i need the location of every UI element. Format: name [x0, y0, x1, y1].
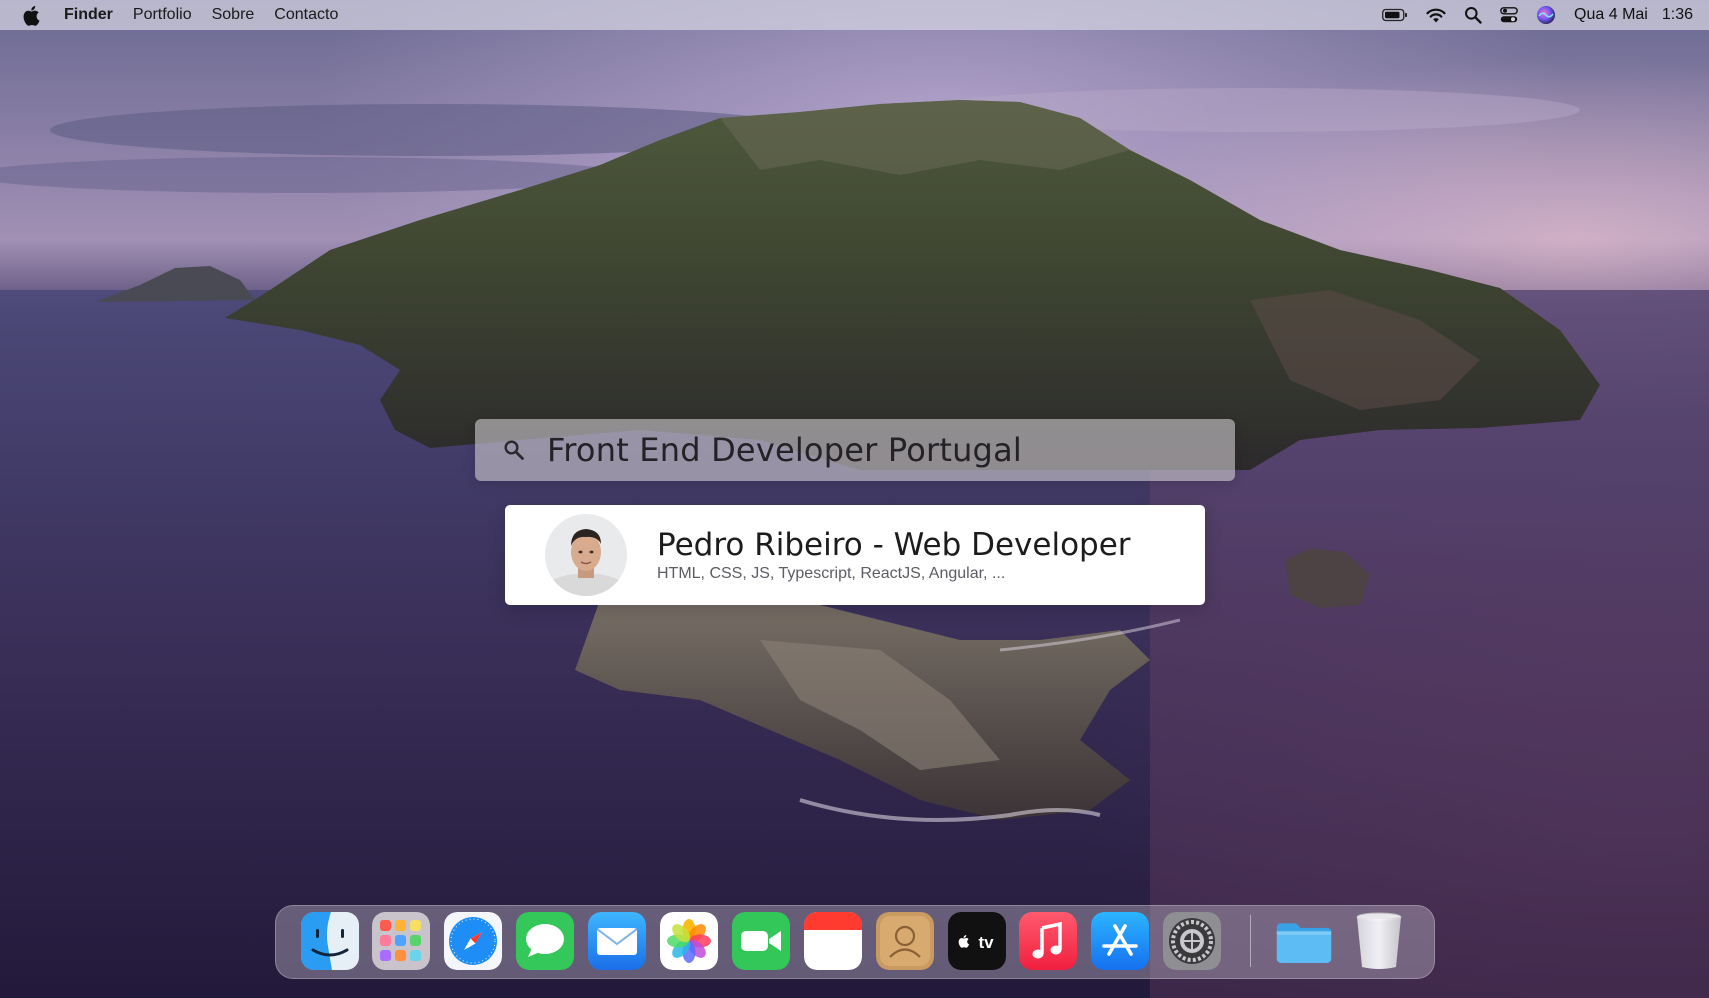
- menu-bar-right: Qua 4 Mai 1:36: [1382, 4, 1693, 26]
- launchpad-icon[interactable]: [372, 912, 430, 970]
- siri-icon[interactable]: [1536, 4, 1556, 26]
- menu-item-contacto[interactable]: Contacto: [274, 6, 338, 24]
- apple-tv-label: tv: [978, 933, 994, 952]
- search-result-texts: Pedro Ribeiro - Web Developer HTML, CSS,…: [657, 527, 1131, 583]
- search-icon: [503, 439, 525, 461]
- search-result-title: Pedro Ribeiro - Web Developer: [657, 527, 1131, 563]
- spotlight-search-bar[interactable]: Front End Developer Portugal: [475, 419, 1235, 481]
- apple-logo-icon[interactable]: [22, 4, 42, 26]
- search-result-item[interactable]: Pedro Ribeiro - Web Developer HTML, CSS,…: [505, 505, 1205, 605]
- menu-bar-left: Finder Portfolio Sobre Contacto: [22, 4, 358, 26]
- menu-app-name[interactable]: Finder: [64, 6, 113, 24]
- apple-tv-icon[interactable]: tv: [948, 912, 1006, 970]
- app-store-icon[interactable]: [1091, 912, 1149, 970]
- photos-icon[interactable]: [660, 912, 718, 970]
- wifi-icon[interactable]: [1426, 4, 1446, 26]
- facetime-icon[interactable]: [732, 912, 790, 970]
- safari-icon[interactable]: [444, 912, 502, 970]
- spotlight-search-icon[interactable]: [1464, 4, 1482, 26]
- spotlight-search-input[interactable]: Front End Developer Portugal: [547, 431, 1022, 469]
- avatar: [545, 514, 627, 596]
- control-center-icon[interactable]: [1500, 4, 1518, 26]
- downloads-folder-icon[interactable]: [1275, 912, 1333, 970]
- clock[interactable]: Qua 4 Mai 1:36: [1574, 6, 1693, 24]
- dock-separator: [1250, 915, 1251, 967]
- search-result-subtitle: HTML, CSS, JS, Typescript, ReactJS, Angu…: [657, 565, 1006, 582]
- finder-icon[interactable]: [301, 912, 359, 970]
- menu-item-portfolio[interactable]: Portfolio: [133, 6, 192, 24]
- mail-icon[interactable]: [588, 912, 646, 970]
- messages-icon[interactable]: [516, 912, 574, 970]
- clock-time: 1:36: [1661, 6, 1693, 23]
- menu-bar: Finder Portfolio Sobre Contacto Qua 4 Ma…: [0, 0, 1709, 30]
- trash-icon[interactable]: [1353, 912, 1405, 970]
- system-preferences-icon[interactable]: [1163, 912, 1221, 970]
- music-icon[interactable]: [1019, 912, 1077, 970]
- menu-item-sobre[interactable]: Sobre: [212, 6, 255, 24]
- contacts-icon[interactable]: [876, 912, 934, 970]
- clock-date: Qua 4 Mai: [1574, 6, 1648, 23]
- island-landscape: [0, 88, 1709, 998]
- desktop-wallpaper: [0, 0, 1709, 998]
- calendar-icon[interactable]: [804, 912, 862, 970]
- battery-icon[interactable]: [1382, 4, 1408, 26]
